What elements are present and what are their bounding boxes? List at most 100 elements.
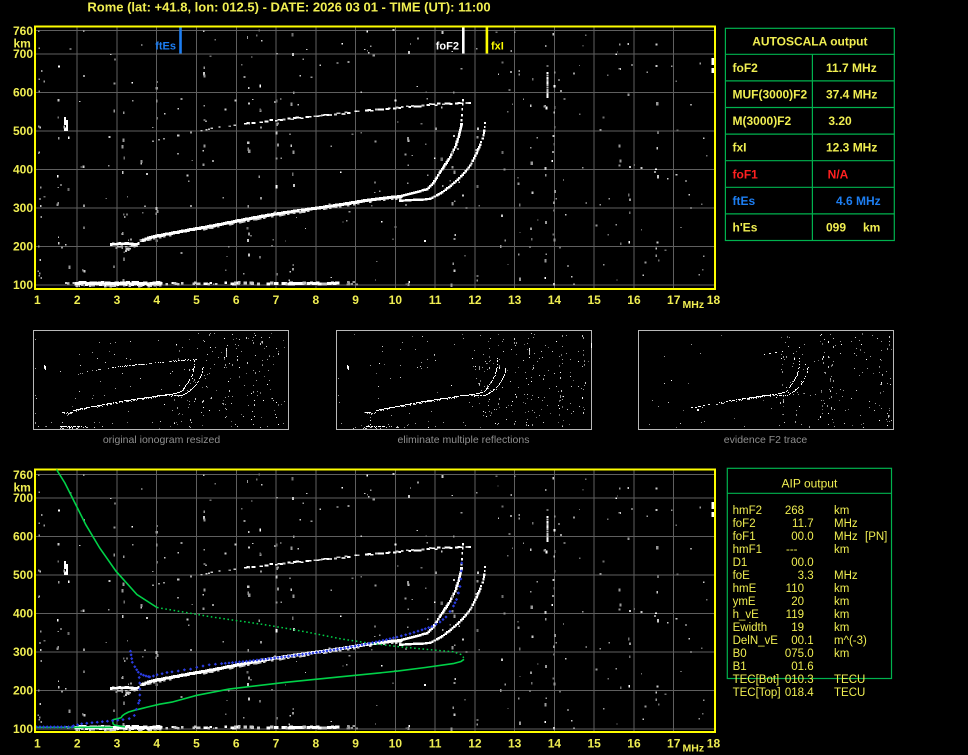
svg-text:11: 11: [429, 293, 442, 307]
svg-text:200: 200: [13, 240, 33, 254]
svg-text:13: 13: [508, 293, 522, 307]
svg-text:.0: .0: [804, 531, 814, 543]
svg-text:ftEs: ftEs: [155, 41, 176, 53]
svg-text:9: 9: [352, 293, 359, 307]
svg-text:M(3000)F2: M(3000)F2: [733, 114, 792, 128]
svg-text:h_vE: h_vE: [733, 609, 760, 621]
svg-text:m^(-3): m^(-3): [834, 635, 867, 647]
svg-text:TEC[Bot]: TEC[Bot]: [733, 674, 780, 686]
svg-text:B0: B0: [733, 648, 747, 660]
svg-text:km: km: [834, 544, 849, 556]
svg-text:11: 11: [429, 737, 442, 751]
svg-text:4.6 MHz: 4.6 MHz: [836, 194, 881, 208]
svg-text:km: km: [14, 481, 31, 495]
svg-text:foF2: foF2: [733, 61, 759, 75]
svg-text:[PN]: [PN]: [865, 531, 887, 543]
svg-text:300: 300: [13, 645, 33, 659]
svg-text:foF2: foF2: [733, 518, 756, 530]
svg-text:15: 15: [588, 737, 602, 751]
svg-text:3: 3: [114, 293, 121, 307]
svg-text:268: 268: [785, 505, 804, 517]
svg-text:5: 5: [193, 293, 200, 307]
svg-text:km: km: [14, 37, 31, 51]
svg-text:600: 600: [13, 530, 33, 544]
svg-text:AIP output: AIP output: [781, 477, 837, 491]
svg-text:19: 19: [791, 622, 804, 634]
svg-text:evidence F2 trace: evidence F2 trace: [724, 434, 808, 446]
svg-text:.6: .6: [804, 661, 814, 673]
svg-text:14: 14: [548, 737, 562, 751]
svg-text:km: km: [834, 505, 849, 517]
svg-text:17: 17: [667, 737, 681, 751]
svg-text:hmF2: hmF2: [733, 505, 762, 517]
svg-text:119: 119: [786, 609, 804, 621]
svg-text:2: 2: [74, 293, 81, 307]
svg-text:13: 13: [508, 737, 522, 751]
svg-text:18: 18: [707, 293, 721, 307]
svg-text:5: 5: [193, 737, 200, 751]
svg-text:km: km: [834, 596, 849, 608]
svg-text:3.20: 3.20: [828, 114, 852, 128]
svg-text:2: 2: [74, 737, 81, 751]
svg-text:MHz: MHz: [683, 743, 705, 755]
svg-text:---: ---: [786, 544, 798, 556]
svg-text:01: 01: [791, 661, 804, 673]
svg-text:14: 14: [548, 293, 562, 307]
svg-text:7: 7: [273, 737, 280, 751]
svg-text:100: 100: [13, 722, 33, 736]
svg-text:foF2: foF2: [436, 41, 459, 53]
svg-text:km: km: [834, 609, 849, 621]
svg-text:075: 075: [785, 648, 804, 660]
svg-text:600: 600: [13, 86, 33, 100]
svg-text:1: 1: [34, 737, 41, 751]
svg-text:MHz: MHz: [834, 531, 858, 543]
svg-text:10: 10: [389, 293, 403, 307]
svg-text:MHz: MHz: [834, 570, 858, 582]
svg-text:8: 8: [312, 293, 319, 307]
svg-text:12: 12: [468, 737, 482, 751]
svg-text:00: 00: [791, 557, 804, 569]
svg-text:TECU: TECU: [834, 674, 865, 686]
svg-text:11: 11: [792, 518, 804, 530]
svg-text:400: 400: [13, 607, 33, 621]
svg-text:110: 110: [786, 583, 804, 595]
svg-text:099: 099: [826, 221, 846, 235]
svg-text:km: km: [863, 221, 880, 235]
svg-text:6: 6: [233, 293, 240, 307]
svg-text:foE: foE: [733, 570, 751, 582]
svg-text:37.4 MHz: 37.4 MHz: [826, 88, 877, 102]
svg-text:4: 4: [153, 293, 160, 307]
svg-text:km: km: [834, 648, 849, 660]
svg-text:400: 400: [13, 163, 33, 177]
svg-text:hmF1: hmF1: [733, 544, 762, 556]
svg-text:11.7 MHz: 11.7 MHz: [826, 61, 877, 75]
svg-text:ymE: ymE: [733, 596, 756, 608]
svg-text:Rome (lat: +41.8, lon: 012.5): Rome (lat: +41.8, lon: 012.5) - DATE: 20…: [87, 0, 490, 15]
svg-text:.3: .3: [804, 674, 814, 686]
svg-text:km: km: [834, 622, 849, 634]
svg-text:fxI: fxI: [733, 141, 747, 155]
svg-text:foF1: foF1: [733, 531, 756, 543]
svg-text:TEC[Top]: TEC[Top]: [733, 687, 781, 699]
svg-text:MHz: MHz: [683, 299, 705, 311]
svg-text:20: 20: [791, 596, 804, 608]
svg-text:N/A: N/A: [828, 167, 849, 181]
svg-text:12: 12: [468, 293, 482, 307]
svg-text:eliminate multiple reflections: eliminate multiple reflections: [398, 434, 530, 446]
svg-text:12.3 MHz: 12.3 MHz: [826, 141, 877, 155]
svg-text:200: 200: [13, 684, 33, 698]
svg-text:km: km: [834, 583, 849, 595]
svg-text:ftEs: ftEs: [733, 194, 756, 208]
svg-text:100: 100: [13, 278, 33, 292]
svg-text:hmE: hmE: [733, 583, 757, 595]
svg-text:500: 500: [13, 124, 33, 138]
svg-text:MUF(3000)F2: MUF(3000)F2: [733, 88, 808, 102]
svg-text:00: 00: [791, 531, 804, 543]
svg-text:018: 018: [785, 687, 804, 699]
svg-text:original ionogram resized: original ionogram resized: [103, 434, 220, 446]
svg-text:010: 010: [785, 674, 804, 686]
svg-text:17: 17: [667, 293, 681, 307]
svg-text:6: 6: [233, 737, 240, 751]
svg-text:h'Es: h'Es: [733, 221, 758, 235]
svg-text:fxI: fxI: [491, 41, 504, 53]
